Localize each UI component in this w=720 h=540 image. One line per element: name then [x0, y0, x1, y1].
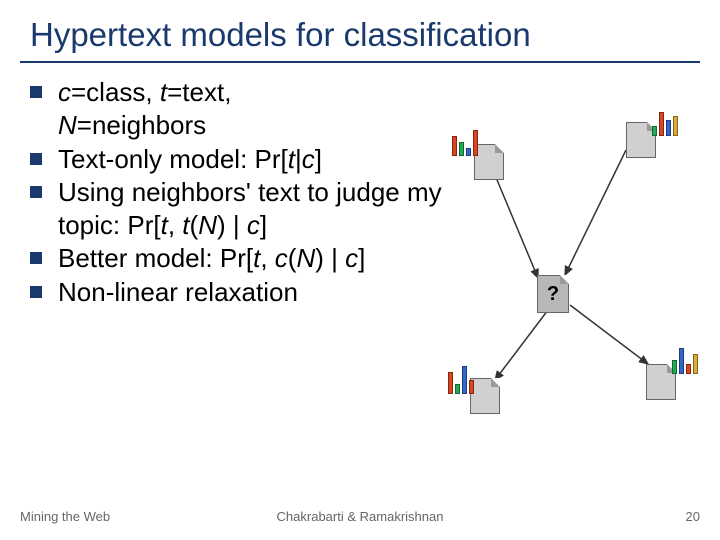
- bars-icon: [652, 112, 678, 136]
- bullet-list: c=class, t=text,N=neighbors Text-only mo…: [30, 76, 450, 309]
- list-item: Text-only model: Pr[t|c]: [30, 143, 450, 176]
- slide-title: Hypertext models for classification: [30, 16, 700, 54]
- center-node: ?: [537, 275, 569, 313]
- doc-node: [474, 144, 504, 180]
- footer-center: Chakrabarti & Ramakrishnan: [0, 509, 720, 524]
- list-item: Non-linear relaxation: [30, 276, 450, 309]
- bars-icon: [452, 130, 478, 156]
- title-rule: [20, 61, 700, 63]
- list-item: c=class, t=text,N=neighbors: [30, 76, 450, 143]
- page-number: 20: [686, 509, 700, 524]
- bars-icon: [448, 366, 474, 394]
- list-item: Better model: Pr[t, c(N) | c]: [30, 242, 450, 275]
- graph-diagram: ?: [430, 120, 700, 420]
- bars-icon: [672, 348, 698, 374]
- doc-node: [470, 378, 500, 414]
- list-item: Using neighbors' text to judge my topic:…: [30, 176, 450, 243]
